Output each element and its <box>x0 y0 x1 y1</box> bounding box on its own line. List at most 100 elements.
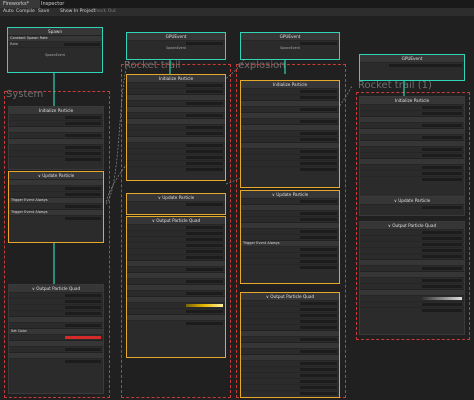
init-field[interactable] <box>185 90 223 93</box>
output-field[interactable] <box>185 280 223 283</box>
output-field[interactable] <box>422 249 462 252</box>
save-button[interactable]: Save <box>38 8 49 16</box>
output-field[interactable] <box>422 243 462 246</box>
init-field[interactable] <box>299 168 337 171</box>
output-field[interactable] <box>185 322 223 325</box>
init-field[interactable] <box>185 84 223 87</box>
gpu-event-node-a[interactable]: GPUEvent SpawnEvent <box>126 32 226 60</box>
initialize-context-rocket-trail-1[interactable]: Initialize Particle <box>359 96 465 198</box>
output-field[interactable] <box>299 374 337 377</box>
gpu-event-input[interactable] <box>241 40 339 46</box>
update-field[interactable] <box>299 200 337 203</box>
output-field[interactable] <box>299 392 337 395</box>
init-field[interactable] <box>299 138 337 141</box>
output-field[interactable] <box>185 292 223 295</box>
output-field[interactable] <box>299 302 337 305</box>
output-field[interactable] <box>422 303 462 306</box>
show-in-project-button[interactable]: Show In Project <box>60 8 95 16</box>
gpu-event-input[interactable] <box>360 62 464 68</box>
tab-fireworks[interactable]: Fireworks* <box>0 0 40 8</box>
output-field[interactable] <box>422 285 462 288</box>
output-field[interactable] <box>299 320 337 323</box>
update-field[interactable] <box>65 193 101 196</box>
spawn-event-out-port[interactable]: SpawnEvent <box>8 53 102 57</box>
gpu-event-field[interactable] <box>185 42 223 45</box>
initialize-context-system[interactable]: Initialize Particle <box>8 106 104 170</box>
update-field[interactable] <box>299 254 337 257</box>
init-field[interactable] <box>185 150 223 153</box>
output-field[interactable] <box>65 324 101 327</box>
init-field[interactable] <box>422 172 462 175</box>
update-field[interactable] <box>185 203 223 206</box>
compile-button[interactable]: Compile <box>16 8 35 16</box>
init-field[interactable] <box>299 108 337 111</box>
init-field[interactable] <box>299 96 337 99</box>
spawn-event-port[interactable]: SpawnEvent <box>127 46 225 50</box>
output-field[interactable] <box>299 338 337 341</box>
init-field[interactable] <box>65 146 101 149</box>
init-field[interactable] <box>299 162 337 165</box>
output-context-explosion[interactable]: ∨ Output Particle Quad <box>240 292 340 398</box>
output-field[interactable] <box>299 362 337 365</box>
update-field[interactable] <box>299 230 337 233</box>
output-field[interactable] <box>299 308 337 311</box>
auto-toggle[interactable]: Auto <box>3 8 14 16</box>
output-field[interactable] <box>185 238 223 241</box>
init-field[interactable] <box>185 102 223 105</box>
update-field[interactable] <box>299 266 337 269</box>
init-field[interactable] <box>185 126 223 129</box>
update-field[interactable] <box>65 187 101 190</box>
output-field[interactable] <box>65 312 101 315</box>
spawn-context[interactable]: Spawn Constant Spawn Rate Rate SpawnEven… <box>7 27 103 73</box>
output-field[interactable] <box>422 267 462 270</box>
spawn-event-port[interactable]: SpawnEvent <box>241 46 339 50</box>
init-field[interactable] <box>422 154 462 157</box>
output-field[interactable] <box>65 306 101 309</box>
init-field[interactable] <box>185 168 223 171</box>
output-field[interactable] <box>65 300 101 303</box>
output-field[interactable] <box>299 326 337 329</box>
output-field[interactable] <box>185 256 223 259</box>
gpu-event-field[interactable] <box>299 42 337 45</box>
init-field[interactable] <box>299 132 337 135</box>
init-field[interactable] <box>65 116 101 119</box>
update-context-system[interactable]: ∨ Update Particle Trigger Event Always T… <box>8 171 104 243</box>
update-field[interactable] <box>422 206 462 209</box>
init-field[interactable] <box>185 156 223 159</box>
output-field[interactable] <box>299 350 337 353</box>
output-field[interactable] <box>185 226 223 229</box>
update-field[interactable] <box>299 248 337 251</box>
init-field[interactable] <box>185 114 223 117</box>
init-field[interactable] <box>185 144 223 147</box>
update-field[interactable] <box>299 236 337 239</box>
init-field[interactable] <box>185 162 223 165</box>
init-field[interactable] <box>299 150 337 153</box>
initialize-context-rocket-trail[interactable]: Initialize Particle <box>126 74 226 181</box>
output-field[interactable] <box>299 314 337 317</box>
init-field[interactable] <box>65 134 101 137</box>
output-field[interactable] <box>422 237 462 240</box>
initialize-context-explosion[interactable]: Initialize Particle <box>240 80 340 188</box>
init-field[interactable] <box>65 158 101 161</box>
output-field[interactable] <box>65 360 101 363</box>
init-field[interactable] <box>422 112 462 115</box>
output-field[interactable] <box>185 250 223 253</box>
init-field[interactable] <box>299 156 337 159</box>
output-field[interactable] <box>185 232 223 235</box>
init-field[interactable] <box>422 124 462 127</box>
output-field[interactable] <box>185 310 223 313</box>
output-field[interactable] <box>422 231 462 234</box>
output-field[interactable] <box>185 268 223 271</box>
gpu-event-node-b[interactable]: GPUEvent SpawnEvent <box>240 32 340 60</box>
update-field[interactable] <box>65 217 101 220</box>
gradient-field[interactable] <box>422 297 462 300</box>
update-field[interactable] <box>299 212 337 215</box>
output-field[interactable] <box>422 255 462 258</box>
output-field[interactable] <box>65 348 101 351</box>
init-field[interactable] <box>422 148 462 151</box>
update-field[interactable] <box>65 205 101 208</box>
output-field[interactable] <box>422 279 462 282</box>
init-field[interactable] <box>65 122 101 125</box>
gpu-event-input[interactable] <box>127 40 225 46</box>
update-context-rocket-trail[interactable]: ∨ Update Particle <box>126 193 226 215</box>
